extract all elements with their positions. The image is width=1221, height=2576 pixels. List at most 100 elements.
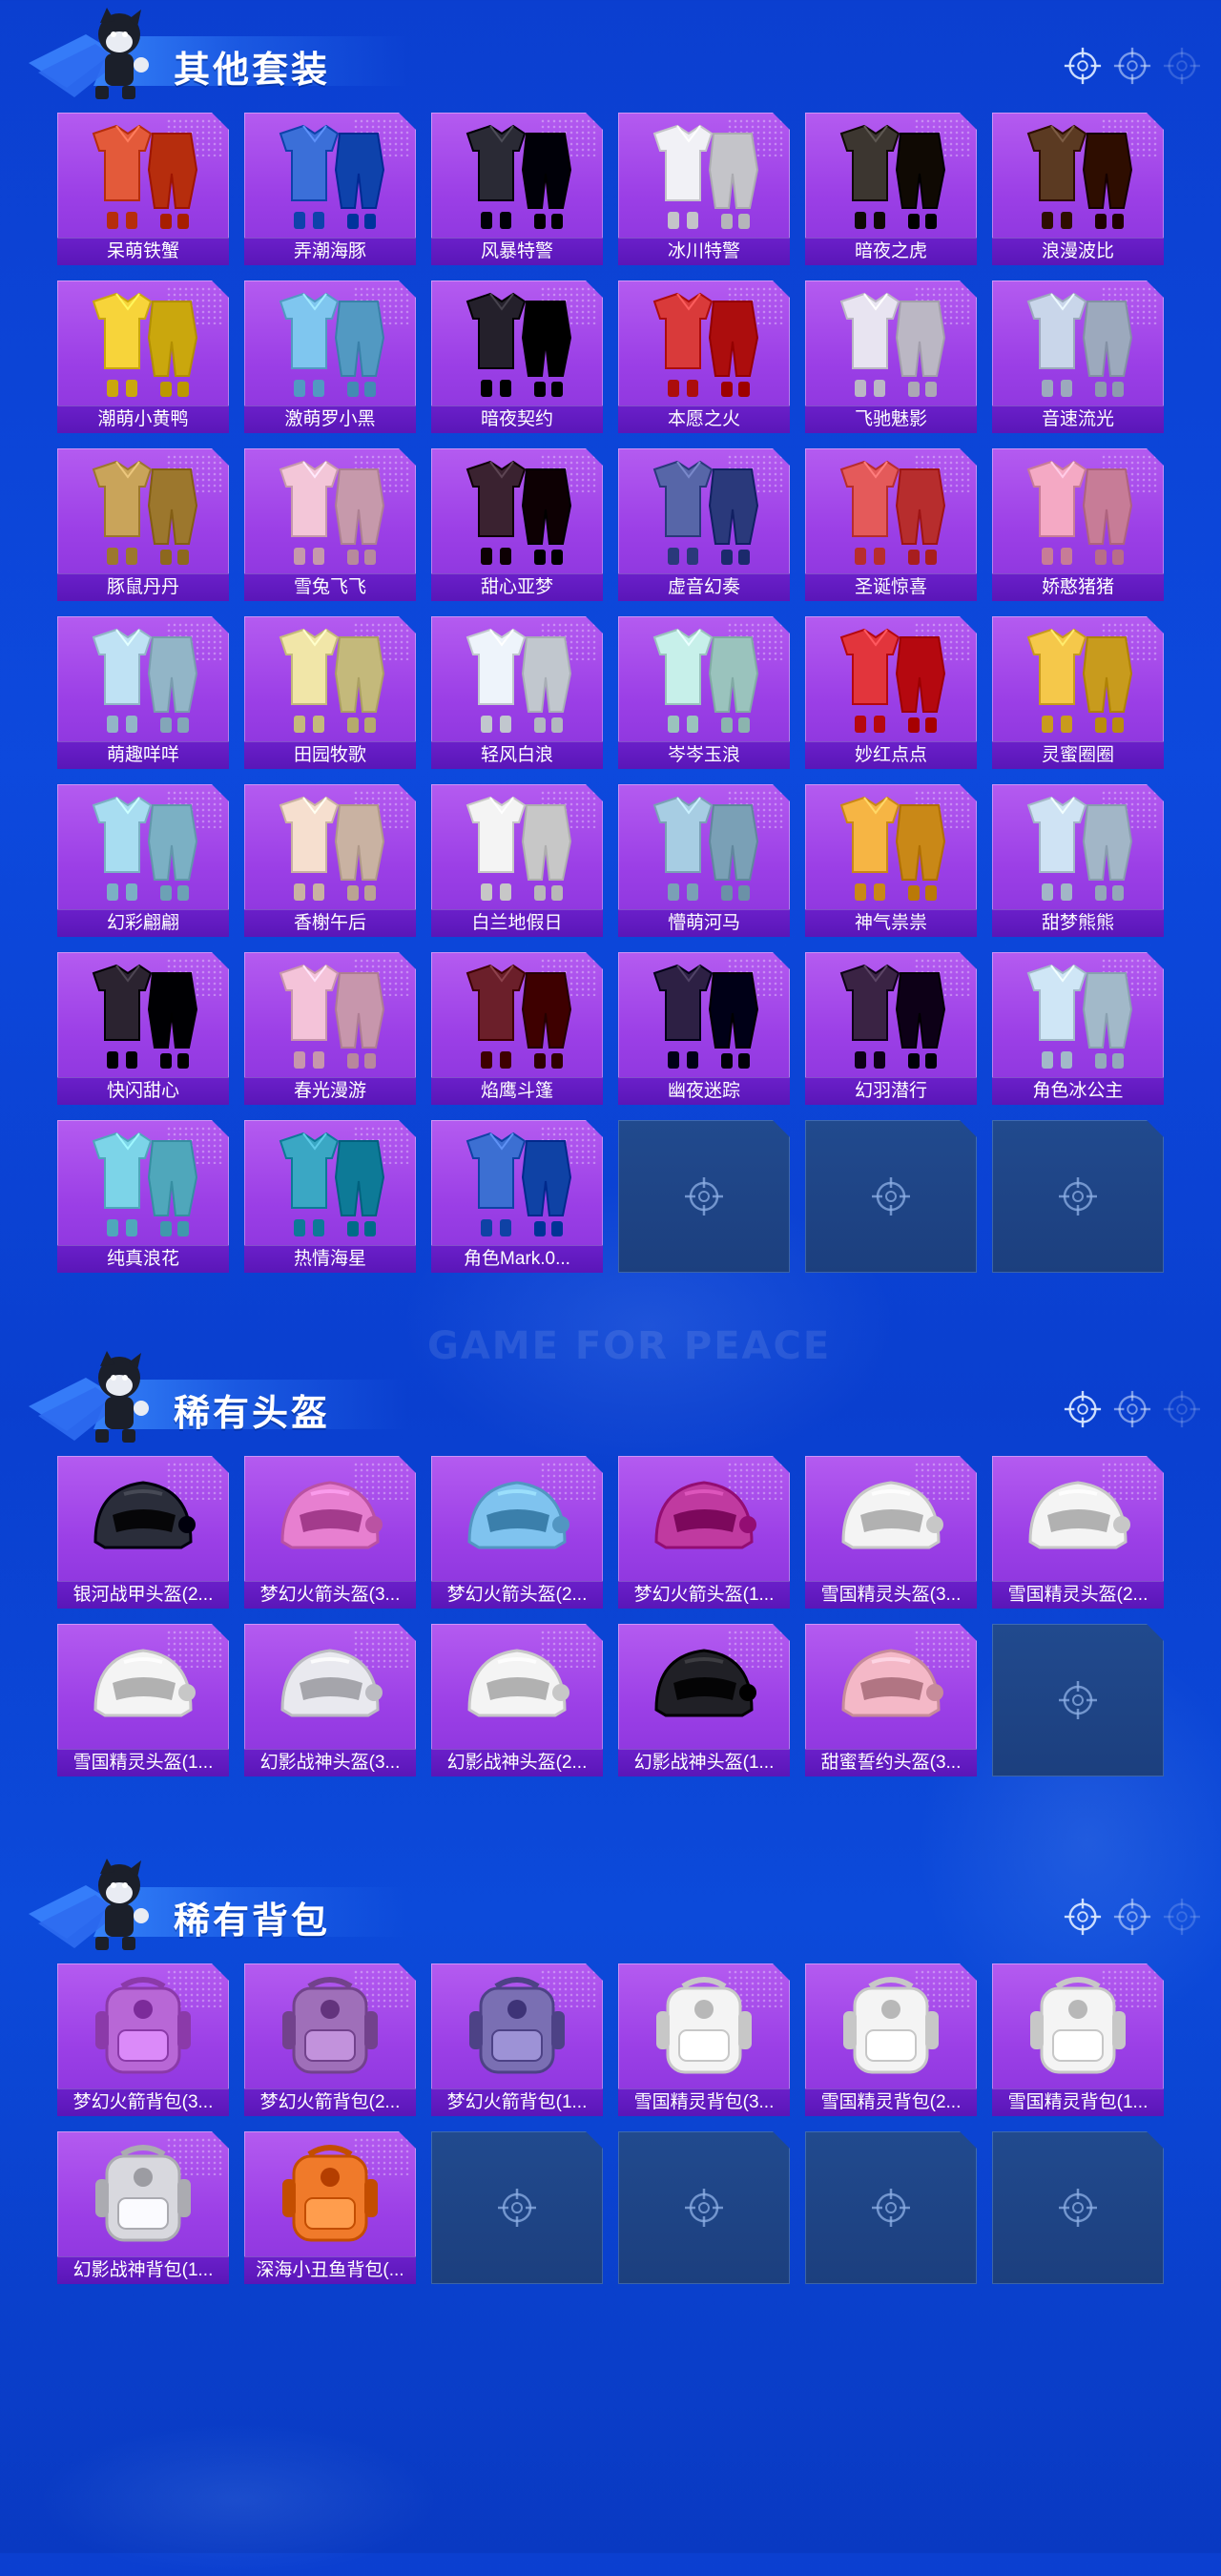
backpack-image xyxy=(805,1963,977,2089)
item-label: 幻影战神头盔(2... xyxy=(431,1749,603,1776)
item-card[interactable]: 萌趣咩咩 xyxy=(57,616,229,769)
item-card[interactable]: 春光漫游 xyxy=(244,952,416,1105)
item-card[interactable]: 潮萌小黄鸭 xyxy=(57,280,229,433)
item-label: 神气祟祟 xyxy=(805,909,977,937)
item-card[interactable]: 甜心亚梦 xyxy=(431,448,603,601)
outfit-image xyxy=(57,784,229,910)
empty-slot xyxy=(431,2131,603,2284)
item-card[interactable]: 雪兔飞飞 xyxy=(244,448,416,601)
helmet-image xyxy=(244,1456,416,1582)
item-card[interactable]: 热情海星 xyxy=(244,1120,416,1273)
item-card[interactable]: 浪漫波比 xyxy=(992,113,1164,265)
item-card[interactable]: 呆萌铁蟹 xyxy=(57,113,229,265)
item-card[interactable]: 深海小丑鱼背包(... xyxy=(244,2131,416,2284)
item-card[interactable]: 角色冰公主 xyxy=(992,952,1164,1105)
item-card[interactable]: 激萌罗小黑 xyxy=(244,280,416,433)
item-card[interactable]: 雪国精灵头盔(2... xyxy=(992,1456,1164,1609)
outfit-image xyxy=(992,448,1164,574)
item-label: 音速流光 xyxy=(992,405,1164,433)
item-card[interactable]: 雪国精灵头盔(3... xyxy=(805,1456,977,1609)
outfit-image xyxy=(431,113,603,239)
crosshair-icon xyxy=(1063,1389,1103,1429)
item-card[interactable]: 幻影战神头盔(2... xyxy=(431,1624,603,1776)
item-card[interactable]: 梦幻火箭背包(3... xyxy=(57,1963,229,2116)
item-card[interactable]: 神气祟祟 xyxy=(805,784,977,937)
section-markers xyxy=(1063,1389,1202,1429)
item-card[interactable]: 梦幻火箭头盔(1... xyxy=(618,1456,790,1609)
background-glow xyxy=(38,2423,439,2576)
outfit-image xyxy=(244,616,416,742)
item-label: 雪国精灵背包(1... xyxy=(992,2088,1164,2116)
item-label: 雪国精灵头盔(3... xyxy=(805,1581,977,1609)
outfit-image xyxy=(992,113,1164,239)
item-card[interactable]: 香榭午后 xyxy=(244,784,416,937)
outfit-image xyxy=(431,784,603,910)
item-card[interactable]: 快闪甜心 xyxy=(57,952,229,1105)
item-card[interactable]: 虚音幻奏 xyxy=(618,448,790,601)
item-card[interactable]: 雪国精灵头盔(1... xyxy=(57,1624,229,1776)
item-card[interactable]: 梦幻火箭背包(1... xyxy=(431,1963,603,2116)
item-card[interactable]: 白兰地假日 xyxy=(431,784,603,937)
item-card[interactable]: 纯真浪花 xyxy=(57,1120,229,1273)
item-card[interactable]: 娇憨猪猪 xyxy=(992,448,1164,601)
item-label: 白兰地假日 xyxy=(431,909,603,937)
item-card[interactable]: 幻羽潜行 xyxy=(805,952,977,1105)
item-label: 岑岑玉浪 xyxy=(618,741,790,769)
item-card[interactable]: 暗夜之虎 xyxy=(805,113,977,265)
item-card[interactable]: 弄潮海豚 xyxy=(244,113,416,265)
item-card[interactable]: 雪国精灵背包(2... xyxy=(805,1963,977,2116)
item-card[interactable]: 妙红点点 xyxy=(805,616,977,769)
section-markers xyxy=(1063,46,1202,86)
item-card[interactable]: 豚鼠丹丹 xyxy=(57,448,229,601)
empty-slot xyxy=(992,1120,1164,1273)
helmet-image xyxy=(805,1624,977,1750)
helmet-image xyxy=(618,1456,790,1582)
backpack-image xyxy=(57,2131,229,2257)
item-card[interactable]: 冰川特警 xyxy=(618,113,790,265)
backpack-image xyxy=(57,1963,229,2089)
item-card[interactable]: 灵蜜圈圈 xyxy=(992,616,1164,769)
item-card[interactable]: 岑岑玉浪 xyxy=(618,616,790,769)
item-card[interactable]: 甜梦熊熊 xyxy=(992,784,1164,937)
item-label: 幻影战神头盔(3... xyxy=(244,1749,416,1776)
item-label: 纯真浪花 xyxy=(57,1245,229,1273)
item-card[interactable]: 梦幻火箭头盔(2... xyxy=(431,1456,603,1609)
outfit-image xyxy=(992,784,1164,910)
outfit-image xyxy=(57,1120,229,1246)
item-card[interactable]: 梦幻火箭头盔(3... xyxy=(244,1456,416,1609)
item-card[interactable]: 银河战甲头盔(2... xyxy=(57,1456,229,1609)
backpack-image xyxy=(244,2131,416,2257)
item-card[interactable]: 轻风白浪 xyxy=(431,616,603,769)
item-card[interactable]: 甜蜜誓约头盔(3... xyxy=(805,1624,977,1776)
item-card[interactable]: 音速流光 xyxy=(992,280,1164,433)
outfit-image xyxy=(805,448,977,574)
item-card[interactable]: 幽夜迷踪 xyxy=(618,952,790,1105)
item-card[interactable]: 幻影战神头盔(1... xyxy=(618,1624,790,1776)
item-card[interactable]: 圣诞惊喜 xyxy=(805,448,977,601)
item-card[interactable]: 雪国精灵背包(3... xyxy=(618,1963,790,2116)
item-card[interactable]: 本愿之火 xyxy=(618,280,790,433)
item-card[interactable]: 雪国精灵背包(1... xyxy=(992,1963,1164,2116)
item-card[interactable]: 田园牧歌 xyxy=(244,616,416,769)
backpack-image xyxy=(244,1963,416,2089)
outfit-image xyxy=(244,784,416,910)
crosshair-icon xyxy=(685,1177,723,1215)
item-card[interactable]: 风暴特警 xyxy=(431,113,603,265)
outfit-image xyxy=(431,448,603,574)
item-label: 雪兔飞飞 xyxy=(244,573,416,601)
item-card[interactable]: 暗夜契约 xyxy=(431,280,603,433)
helmet-image xyxy=(431,1456,603,1582)
item-card[interactable]: 幻影战神头盔(3... xyxy=(244,1624,416,1776)
item-label: 风暴特警 xyxy=(431,238,603,265)
item-card[interactable]: 角色Mark.0... xyxy=(431,1120,603,1273)
item-card[interactable]: 懵萌河马 xyxy=(618,784,790,937)
outfit-image xyxy=(57,952,229,1078)
item-label: 萌趣咩咩 xyxy=(57,741,229,769)
item-card[interactable]: 幻影战神背包(1... xyxy=(57,2131,229,2284)
item-card[interactable]: 焰鹰斗篷 xyxy=(431,952,603,1105)
item-label: 潮萌小黄鸭 xyxy=(57,405,229,433)
item-card[interactable]: 梦幻火箭背包(2... xyxy=(244,1963,416,2116)
item-card[interactable]: 幻彩翩翩 xyxy=(57,784,229,937)
item-card[interactable]: 飞驰魅影 xyxy=(805,280,977,433)
item-label: 幻影战神背包(1... xyxy=(57,2256,229,2284)
